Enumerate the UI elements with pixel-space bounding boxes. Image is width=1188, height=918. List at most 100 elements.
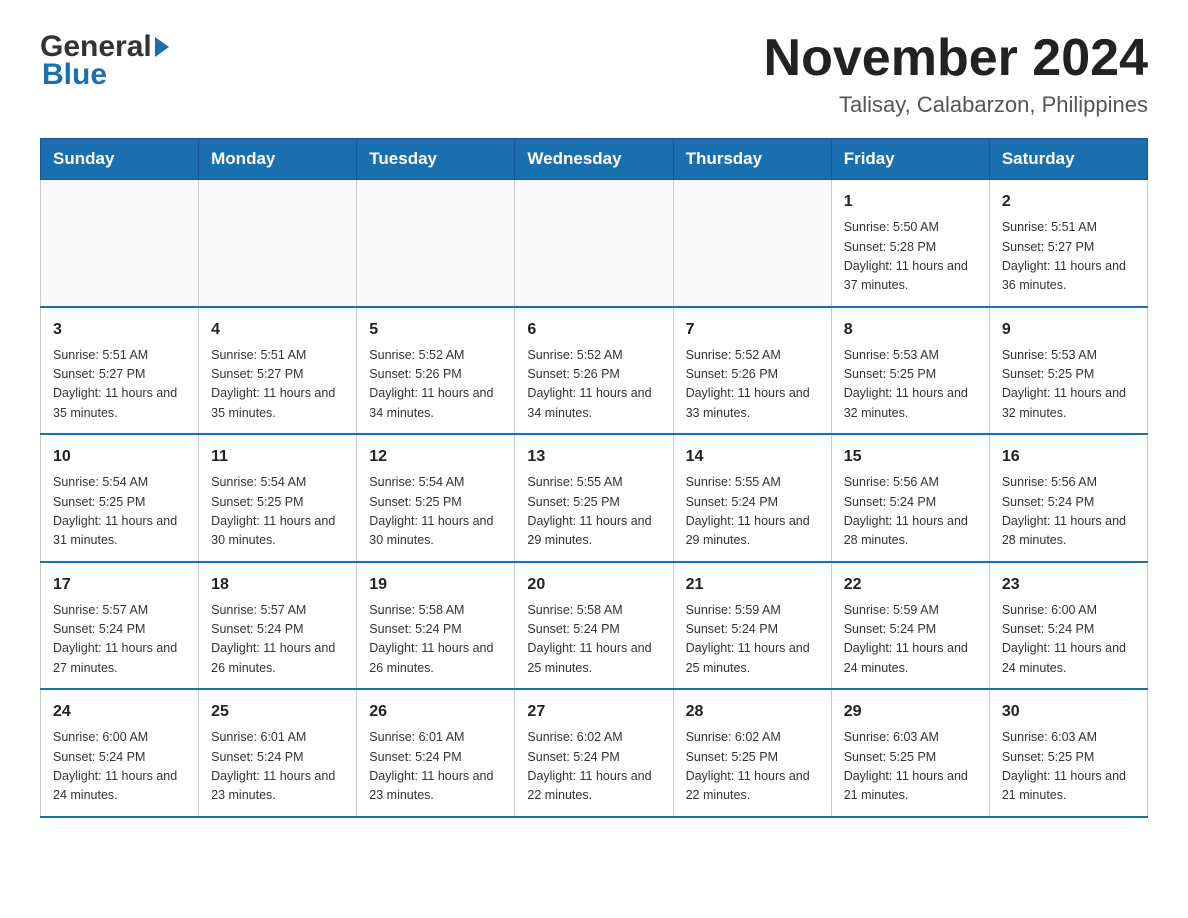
table-row: 23 Sunrise: 6:00 AM Sunset: 5:24 PM Dayli…: [989, 562, 1147, 690]
day-number: 10: [53, 445, 186, 469]
day-number: 19: [369, 573, 502, 597]
logo-blue-text: Blue: [40, 58, 169, 92]
day-number: 15: [844, 445, 977, 469]
day-number: 14: [686, 445, 819, 469]
day-info: Sunrise: 5:58 AM Sunset: 5:24 PM Dayligh…: [369, 601, 502, 679]
logo-arrow-icon: [155, 37, 169, 57]
table-row: [515, 180, 673, 307]
day-info: Sunrise: 6:00 AM Sunset: 5:24 PM Dayligh…: [53, 728, 186, 806]
col-wednesday: Wednesday: [515, 139, 673, 180]
day-info: Sunrise: 6:02 AM Sunset: 5:25 PM Dayligh…: [686, 728, 819, 806]
day-info: Sunrise: 5:56 AM Sunset: 5:24 PM Dayligh…: [844, 473, 977, 551]
logo: General Blue: [40, 30, 169, 92]
day-info: Sunrise: 5:54 AM Sunset: 5:25 PM Dayligh…: [369, 473, 502, 551]
day-info: Sunrise: 5:57 AM Sunset: 5:24 PM Dayligh…: [53, 601, 186, 679]
day-info: Sunrise: 5:57 AM Sunset: 5:24 PM Dayligh…: [211, 601, 344, 679]
calendar-week-row: 24 Sunrise: 6:00 AM Sunset: 5:24 PM Dayli…: [41, 689, 1148, 817]
day-info: Sunrise: 5:55 AM Sunset: 5:25 PM Dayligh…: [527, 473, 660, 551]
calendar-week-row: 10 Sunrise: 5:54 AM Sunset: 5:25 PM Dayli…: [41, 434, 1148, 562]
day-number: 8: [844, 318, 977, 342]
day-info: Sunrise: 5:54 AM Sunset: 5:25 PM Dayligh…: [211, 473, 344, 551]
table-row: 21 Sunrise: 5:59 AM Sunset: 5:24 PM Dayli…: [673, 562, 831, 690]
day-info: Sunrise: 6:00 AM Sunset: 5:24 PM Dayligh…: [1002, 601, 1135, 679]
col-tuesday: Tuesday: [357, 139, 515, 180]
day-number: 27: [527, 700, 660, 724]
table-row: 8 Sunrise: 5:53 AM Sunset: 5:25 PM Daylig…: [831, 307, 989, 435]
day-number: 13: [527, 445, 660, 469]
table-row: 27 Sunrise: 6:02 AM Sunset: 5:24 PM Dayli…: [515, 689, 673, 817]
day-info: Sunrise: 5:59 AM Sunset: 5:24 PM Dayligh…: [686, 601, 819, 679]
day-number: 7: [686, 318, 819, 342]
day-info: Sunrise: 5:59 AM Sunset: 5:24 PM Dayligh…: [844, 601, 977, 679]
day-number: 20: [527, 573, 660, 597]
table-row: 19 Sunrise: 5:58 AM Sunset: 5:24 PM Dayli…: [357, 562, 515, 690]
location-subtitle: Talisay, Calabarzon, Philippines: [764, 92, 1148, 118]
day-number: 3: [53, 318, 186, 342]
table-row: 4Sunrise: 5:51 AM Sunset: 5:27 PM Daylig…: [199, 307, 357, 435]
day-info: Sunrise: 6:03 AM Sunset: 5:25 PM Dayligh…: [1002, 728, 1135, 806]
day-info: Sunrise: 5:52 AM Sunset: 5:26 PM Dayligh…: [369, 346, 502, 424]
table-row: 29Sunrise: 6:03 AM Sunset: 5:25 PM Dayli…: [831, 689, 989, 817]
col-sunday: Sunday: [41, 139, 199, 180]
table-row: 17 Sunrise: 5:57 AM Sunset: 5:24 PM Dayli…: [41, 562, 199, 690]
table-row: 5Sunrise: 5:52 AM Sunset: 5:26 PM Daylig…: [357, 307, 515, 435]
day-info: Sunrise: 5:53 AM Sunset: 5:25 PM Dayligh…: [1002, 346, 1135, 424]
day-info: Sunrise: 5:50 AM Sunset: 5:28 PM Dayligh…: [844, 218, 977, 296]
day-number: 21: [686, 573, 819, 597]
table-row: 9Sunrise: 5:53 AM Sunset: 5:25 PM Daylig…: [989, 307, 1147, 435]
table-row: 18Sunrise: 5:57 AM Sunset: 5:24 PM Dayli…: [199, 562, 357, 690]
day-info: Sunrise: 5:54 AM Sunset: 5:25 PM Dayligh…: [53, 473, 186, 551]
table-row: 20 Sunrise: 5:58 AM Sunset: 5:24 PM Dayli…: [515, 562, 673, 690]
table-row: 28 Sunrise: 6:02 AM Sunset: 5:25 PM Dayli…: [673, 689, 831, 817]
table-row: 2Sunrise: 5:51 AM Sunset: 5:27 PM Daylig…: [989, 180, 1147, 307]
day-number: 4: [211, 318, 344, 342]
day-number: 22: [844, 573, 977, 597]
col-saturday: Saturday: [989, 139, 1147, 180]
day-info: Sunrise: 5:56 AM Sunset: 5:24 PM Dayligh…: [1002, 473, 1135, 551]
table-row: 14 Sunrise: 5:55 AM Sunset: 5:24 PM Dayli…: [673, 434, 831, 562]
day-number: 6: [527, 318, 660, 342]
calendar-week-row: 1Sunrise: 5:50 AM Sunset: 5:28 PM Daylig…: [41, 180, 1148, 307]
day-number: 26: [369, 700, 502, 724]
calendar-header-row: Sunday Monday Tuesday Wednesday Thursday…: [41, 139, 1148, 180]
table-row: 24 Sunrise: 6:00 AM Sunset: 5:24 PM Dayli…: [41, 689, 199, 817]
calendar-week-row: 17 Sunrise: 5:57 AM Sunset: 5:24 PM Dayli…: [41, 562, 1148, 690]
table-row: 26 Sunrise: 6:01 AM Sunset: 5:24 PM Dayli…: [357, 689, 515, 817]
day-info: Sunrise: 6:01 AM Sunset: 5:24 PM Dayligh…: [369, 728, 502, 806]
table-row: 6 Sunrise: 5:52 AM Sunset: 5:26 PM Daylig…: [515, 307, 673, 435]
day-number: 2: [1002, 190, 1135, 214]
table-row: [41, 180, 199, 307]
table-row: 25 Sunrise: 6:01 AM Sunset: 5:24 PM Dayli…: [199, 689, 357, 817]
day-info: Sunrise: 6:02 AM Sunset: 5:24 PM Dayligh…: [527, 728, 660, 806]
day-number: 29: [844, 700, 977, 724]
table-row: 16 Sunrise: 5:56 AM Sunset: 5:24 PM Dayli…: [989, 434, 1147, 562]
day-info: Sunrise: 5:55 AM Sunset: 5:24 PM Dayligh…: [686, 473, 819, 551]
day-info: Sunrise: 5:53 AM Sunset: 5:25 PM Dayligh…: [844, 346, 977, 424]
table-row: 12 Sunrise: 5:54 AM Sunset: 5:25 PM Dayli…: [357, 434, 515, 562]
day-info: Sunrise: 6:01 AM Sunset: 5:24 PM Dayligh…: [211, 728, 344, 806]
day-number: 16: [1002, 445, 1135, 469]
table-row: 13 Sunrise: 5:55 AM Sunset: 5:25 PM Dayli…: [515, 434, 673, 562]
day-info: Sunrise: 5:51 AM Sunset: 5:27 PM Dayligh…: [53, 346, 186, 424]
calendar-table: Sunday Monday Tuesday Wednesday Thursday…: [40, 138, 1148, 818]
day-number: 25: [211, 700, 344, 724]
table-row: 7 Sunrise: 5:52 AM Sunset: 5:26 PM Daylig…: [673, 307, 831, 435]
day-number: 23: [1002, 573, 1135, 597]
day-number: 30: [1002, 700, 1135, 724]
day-info: Sunrise: 5:58 AM Sunset: 5:24 PM Dayligh…: [527, 601, 660, 679]
day-number: 11: [211, 445, 344, 469]
table-row: 30 Sunrise: 6:03 AM Sunset: 5:25 PM Dayli…: [989, 689, 1147, 817]
day-number: 12: [369, 445, 502, 469]
day-info: Sunrise: 5:52 AM Sunset: 5:26 PM Dayligh…: [686, 346, 819, 424]
day-number: 24: [53, 700, 186, 724]
col-friday: Friday: [831, 139, 989, 180]
day-number: 28: [686, 700, 819, 724]
table-row: 1Sunrise: 5:50 AM Sunset: 5:28 PM Daylig…: [831, 180, 989, 307]
table-row: [357, 180, 515, 307]
table-row: 22 Sunrise: 5:59 AM Sunset: 5:24 PM Dayli…: [831, 562, 989, 690]
day-number: 17: [53, 573, 186, 597]
day-info: Sunrise: 5:52 AM Sunset: 5:26 PM Dayligh…: [527, 346, 660, 424]
table-row: 3 Sunrise: 5:51 AM Sunset: 5:27 PM Daylig…: [41, 307, 199, 435]
calendar-week-row: 3 Sunrise: 5:51 AM Sunset: 5:27 PM Daylig…: [41, 307, 1148, 435]
table-row: 15 Sunrise: 5:56 AM Sunset: 5:24 PM Dayli…: [831, 434, 989, 562]
